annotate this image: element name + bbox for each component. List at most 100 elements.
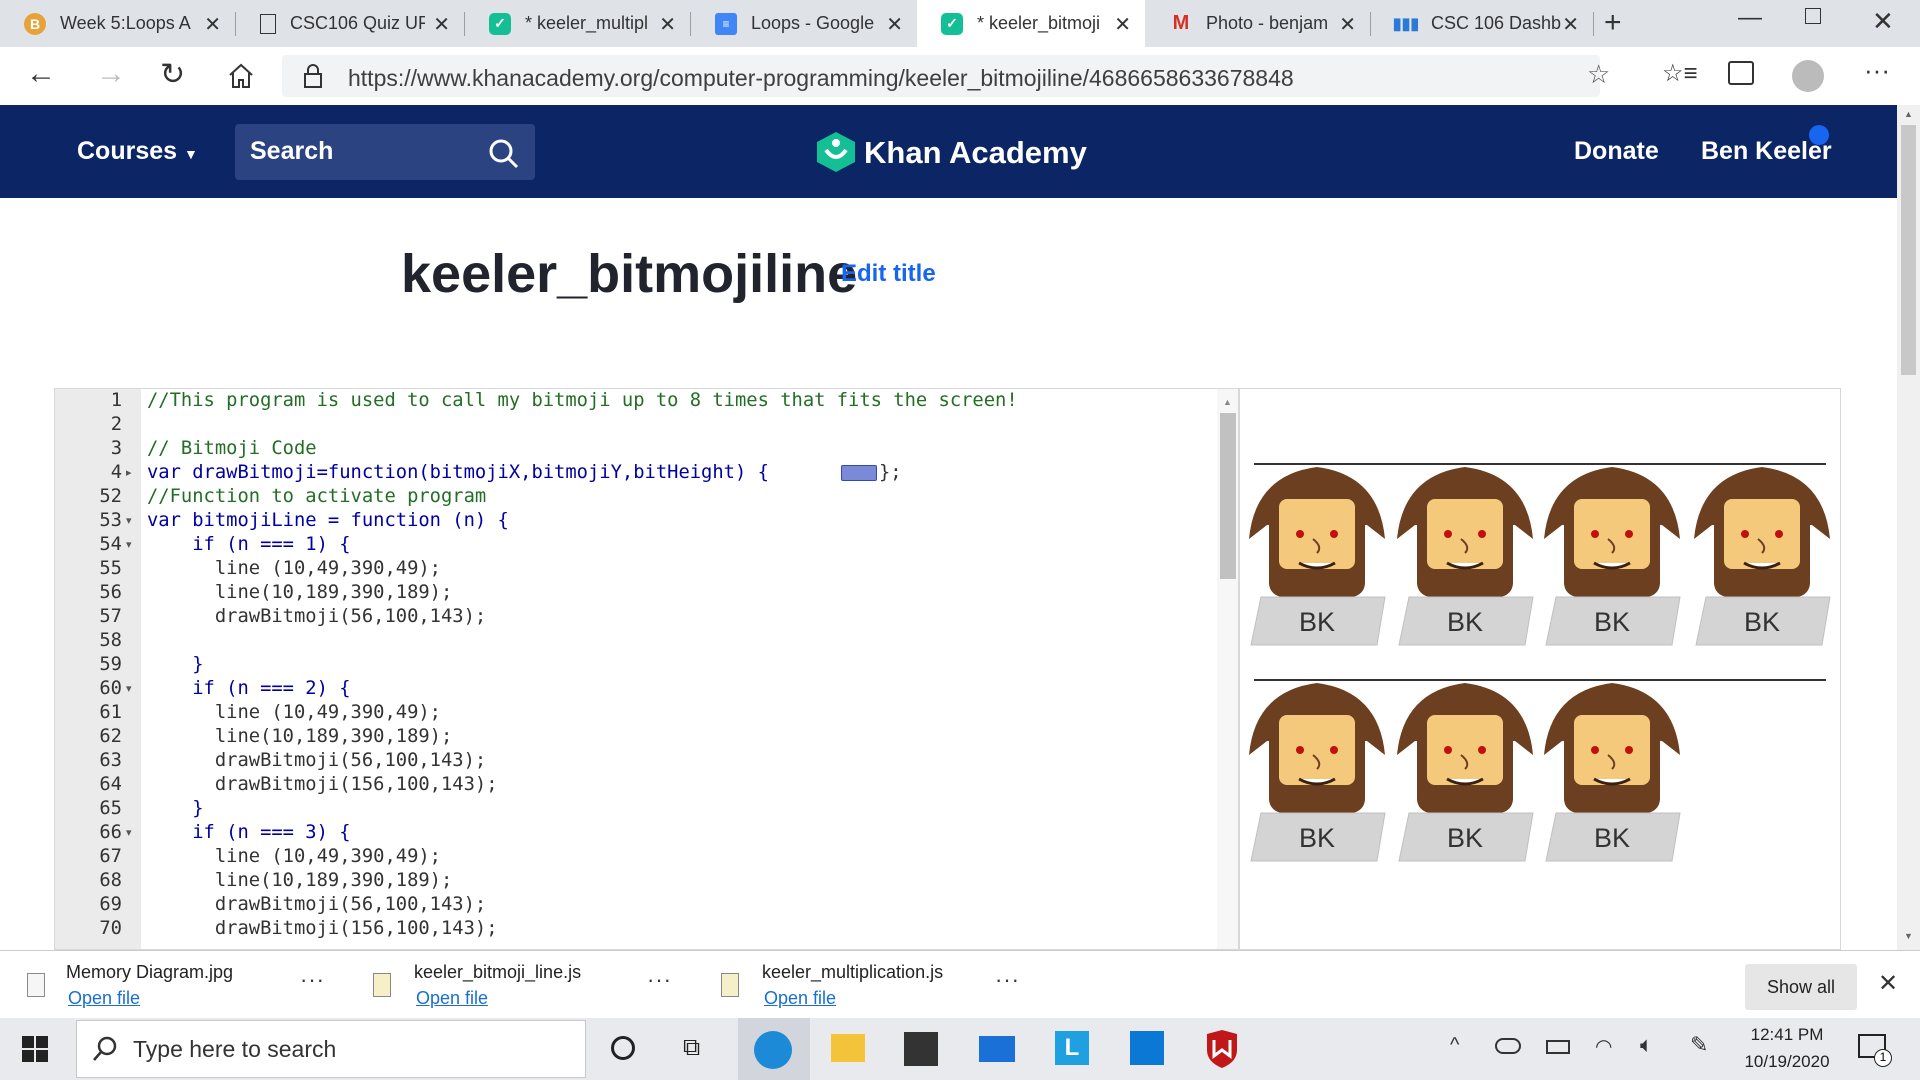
task-view-icon[interactable]: ⧉ xyxy=(683,1034,700,1062)
show-all-button[interactable]: Show all xyxy=(1745,964,1857,1010)
code-line[interactable]: drawBitmoji(56,100,143); xyxy=(147,749,486,773)
file-explorer-icon[interactable] xyxy=(831,1034,865,1062)
collections-icon[interactable] xyxy=(1728,61,1754,85)
code-line[interactable]: drawBitmoji(56,100,143); xyxy=(147,893,486,917)
close-icon[interactable]: ✕ xyxy=(204,12,221,37)
tab-week5[interactable]: B Week 5:Loops A ✕ xyxy=(0,0,235,47)
favorite-star-icon[interactable]: ☆ xyxy=(1587,59,1610,90)
home-icon[interactable] xyxy=(226,61,256,91)
code-line[interactable]: line(10,189,390,189); xyxy=(147,869,452,893)
close-downloads-icon[interactable]: ✕ xyxy=(1878,969,1898,998)
donate-link[interactable]: Donate xyxy=(1574,137,1659,166)
tray-overflow-icon[interactable]: ^ xyxy=(1450,1034,1459,1057)
open-file-link[interactable]: Open file xyxy=(68,988,140,1009)
tab-keeler-bitmoji[interactable]: ✓ * keeler_bitmoji ✕ xyxy=(917,0,1145,47)
tab-loops-google[interactable]: ≡ Loops - Google ✕ xyxy=(691,0,917,47)
close-icon[interactable]: ✕ xyxy=(659,12,676,37)
close-icon[interactable]: ✕ xyxy=(886,12,903,37)
tab-keeler-multiplication[interactable]: ✓ * keeler_multipl ✕ xyxy=(465,0,690,47)
editor-scrollbar[interactable]: ▲ xyxy=(1217,389,1238,949)
page-scrollbar-thumb[interactable] xyxy=(1901,125,1916,375)
skype-icon[interactable] xyxy=(1130,1031,1164,1065)
code-line[interactable]: if (n === 3) { xyxy=(147,821,350,845)
code-line[interactable]: line(10,189,390,189); xyxy=(147,725,452,749)
cortana-icon[interactable] xyxy=(611,1036,635,1060)
code-line[interactable]: line (10,49,390,49); xyxy=(147,845,441,869)
khan-brand[interactable]: Khan Academy xyxy=(864,135,1087,171)
open-file-link[interactable]: Open file xyxy=(416,988,488,1009)
store-icon[interactable] xyxy=(904,1032,938,1066)
minimize-icon[interactable]: — xyxy=(1738,4,1762,32)
onedrive-icon[interactable] xyxy=(1495,1038,1521,1054)
fold-toggle-icon[interactable]: ▾ xyxy=(126,677,132,701)
bitmoji-eye xyxy=(1591,746,1599,754)
tab-csc106-dashboard[interactable]: ▮▮▮ CSC 106 Dashb ✕ xyxy=(1371,0,1593,47)
code-line[interactable]: } xyxy=(147,653,203,677)
tab-quiz[interactable]: CSC106 Quiz UF ✕ xyxy=(236,0,464,47)
page-scrollbar[interactable]: ▲ ▼ xyxy=(1897,105,1920,950)
wifi-icon[interactable]: ◠ xyxy=(1595,1034,1612,1059)
editor-scrollbar-thumb[interactable] xyxy=(1220,413,1236,579)
mcafee-icon[interactable] xyxy=(1205,1030,1239,1068)
clock-time[interactable]: 12:41 PM xyxy=(1741,1025,1833,1045)
volume-icon[interactable]: 🔈︎ xyxy=(1640,1032,1653,1058)
code-line[interactable]: drawBitmoji(156,100,143); xyxy=(147,773,498,797)
scroll-up-icon[interactable]: ▲ xyxy=(1904,109,1913,119)
fold-toggle-icon[interactable]: ▸ xyxy=(126,461,132,485)
courses-menu[interactable]: Courses ▼ xyxy=(77,137,198,166)
code-line[interactable]: var bitmojiLine = function (n) { xyxy=(147,509,509,533)
download-more-icon[interactable]: ··· xyxy=(300,967,325,993)
back-icon[interactable]: ← xyxy=(26,57,56,91)
search-icon[interactable] xyxy=(488,138,520,170)
url-field[interactable]: https://www.khanacademy.org/computer-pro… xyxy=(282,55,1610,97)
fold-toggle-icon[interactable]: ▾ xyxy=(126,509,132,533)
forward-icon[interactable]: → xyxy=(96,57,126,91)
tab-gmail-photo[interactable]: M Photo - benjam ✕ xyxy=(1146,0,1370,47)
code-line[interactable]: drawBitmoji(156,100,143); xyxy=(147,917,498,941)
lync-icon[interactable]: L xyxy=(1055,1031,1089,1065)
code-line[interactable]: } xyxy=(147,797,203,821)
close-icon[interactable]: ✕ xyxy=(1339,12,1356,37)
clock-date[interactable]: 10/19/2020 xyxy=(1737,1052,1837,1072)
windows-start-icon[interactable] xyxy=(22,1036,48,1062)
code-line[interactable]: drawBitmoji(56,100,143); xyxy=(147,605,486,629)
edit-title-link[interactable]: Edit title xyxy=(841,260,936,288)
close-icon[interactable]: ✕ xyxy=(1114,12,1131,37)
more-icon[interactable]: ··· xyxy=(1864,55,1890,86)
code-line[interactable]: line (10,49,390,49); xyxy=(147,557,441,581)
fold-toggle-icon[interactable]: ▾ xyxy=(126,821,132,845)
code-line[interactable]: line(10,189,390,189); xyxy=(147,581,452,605)
refresh-icon[interactable]: ↻ xyxy=(160,57,185,92)
scroll-down-icon[interactable]: ▼ xyxy=(1904,931,1913,941)
code-line[interactable]: //This program is used to call my bitmoj… xyxy=(147,389,1018,413)
code-line[interactable]: var drawBitmoji=function(bitmojiX,bitmoj… xyxy=(147,461,769,485)
edge-icon[interactable] xyxy=(754,1031,792,1069)
line-number: 52 xyxy=(99,486,122,507)
close-icon[interactable]: ✕ xyxy=(433,12,450,37)
taskbar-search[interactable]: Type here to search xyxy=(76,1020,586,1078)
pen-icon[interactable]: ✎ xyxy=(1690,1032,1708,1058)
restore-icon[interactable] xyxy=(1805,8,1821,24)
code-editor[interactable]: 1 2 3 4 ▸ 52 53 ▾ 54 ▾ 55 56 57 58 59 60 ▾ 61 62 63 64 65 66 ▾ 6… xyxy=(54,388,1239,950)
download-more-icon[interactable]: ··· xyxy=(647,967,672,993)
mail-icon[interactable] xyxy=(979,1036,1015,1062)
code-line[interactable]: //Function to activate program xyxy=(147,485,486,509)
window-close-icon[interactable]: ✕ xyxy=(1872,6,1894,37)
fold-toggle-icon[interactable]: ▾ xyxy=(126,533,132,557)
code-line[interactable]: if (n === 1) { xyxy=(147,533,350,557)
profile-avatar-icon[interactable] xyxy=(1792,60,1824,92)
code-line[interactable]: // Bitmoji Code xyxy=(147,437,317,461)
close-icon[interactable]: ✕ xyxy=(1562,12,1579,37)
search-box[interactable]: Search xyxy=(235,124,535,180)
scroll-up-icon[interactable]: ▲ xyxy=(1223,397,1232,407)
folded-code-widget[interactable] xyxy=(841,465,877,481)
download-more-icon[interactable]: ··· xyxy=(995,967,1020,993)
open-file-link[interactable]: Open file xyxy=(764,988,836,1009)
code-line[interactable]: if (n === 2) { xyxy=(147,677,350,701)
new-tab-icon[interactable]: + xyxy=(1604,6,1622,40)
bitmoji-label: BK xyxy=(1594,823,1630,853)
code-line[interactable]: line (10,49,390,49); xyxy=(147,701,441,725)
battery-icon[interactable] xyxy=(1546,1040,1570,1054)
favorites-icon[interactable]: ☆≡ xyxy=(1662,59,1698,88)
program-output-canvas[interactable]: BK BK BK BK BK BK BK xyxy=(1239,388,1841,950)
